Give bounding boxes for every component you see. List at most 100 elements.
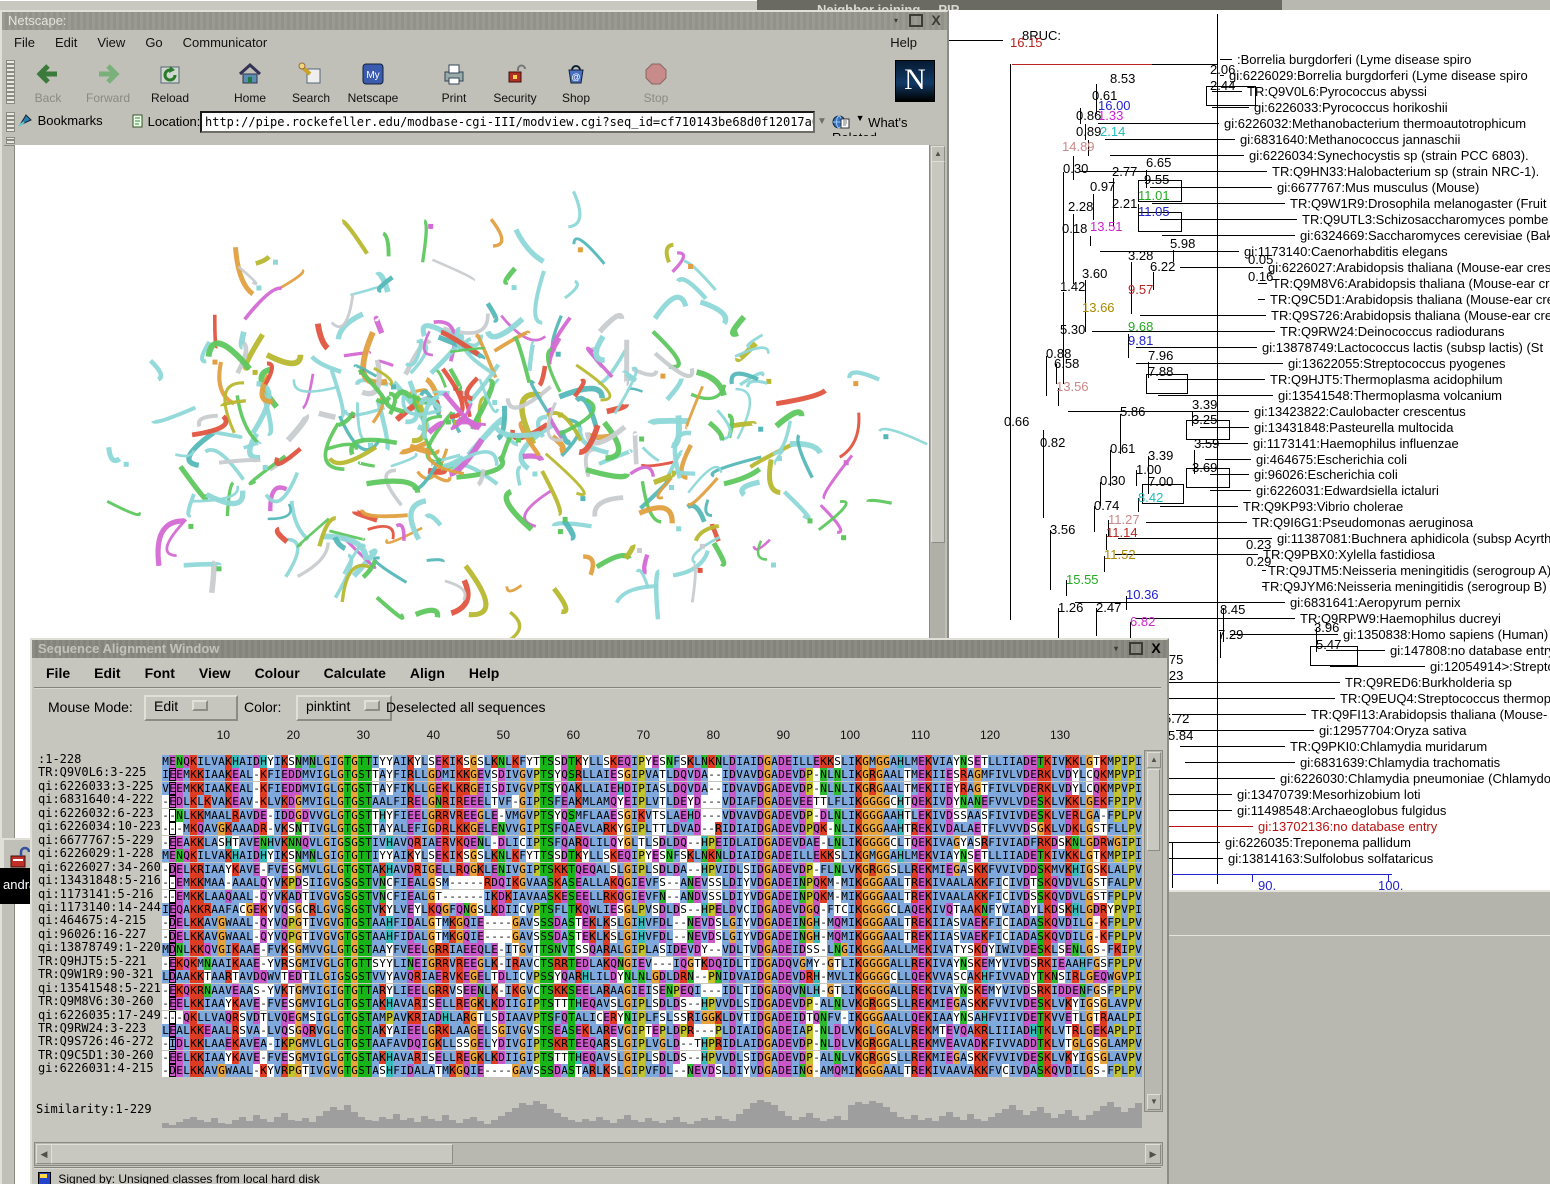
tree-leaf-label[interactable]: gi:12054914>:Streptococc — [1430, 659, 1550, 674]
alignment-minimize-icon[interactable] — [1109, 642, 1123, 655]
sequence-row[interactable]: -DELKKAVGWAAL-KYVRPGTIVGVGTGSTASHFIDALAT… — [162, 1061, 1142, 1079]
stop-button[interactable]: Stop — [628, 59, 684, 105]
sequence-name[interactable]: TR:Q9V0L6:3-225 — [38, 765, 146, 779]
tree-leaf-label[interactable]: gi:11387081:Buchnera aphidicola (subsp A… — [1277, 531, 1550, 546]
netscape-logo[interactable]: N — [895, 60, 935, 102]
tree-leaf-label[interactable]: TR:Q9V0L6:Pyrococcus abyssi — [1247, 84, 1427, 99]
sequence-name[interactable]: qi:6226029:1-228 — [38, 846, 154, 860]
tree-leaf-label[interactable]: gi:6677767:Mus musculus (Mouse) — [1277, 180, 1479, 195]
scroll-left-icon[interactable]: ◀ — [36, 1144, 52, 1164]
tree-leaf-label[interactable]: gi:6226034:Synechocystis sp (strain PCC … — [1249, 148, 1529, 163]
tree-leaf-label[interactable]: gi:6226027:Arabidopsis thaliana (Mouse-e… — [1268, 260, 1550, 275]
tree-leaf-label[interactable]: gi:464675:Escherichia coli — [1256, 452, 1407, 467]
tree-leaf-label[interactable]: TR:Q9JYM6:Neisseria meningitidis (serogr… — [1262, 579, 1547, 594]
sequence-name[interactable]: qi:464675:4-215 — [38, 913, 146, 927]
alignment-menu-view[interactable]: View — [199, 659, 231, 687]
tree-leaf-label[interactable]: gi:1350838:Homo sapiens (Human) — [1343, 627, 1548, 642]
url-input[interactable]: http://pipe.rockefeller.edu/modbase-cgi-… — [200, 111, 815, 133]
mouse-mode-dropdown[interactable]: Edit — [144, 695, 238, 721]
menu-view[interactable]: View — [97, 30, 125, 56]
tree-leaf-label[interactable]: TR:Q9KP93:Vibrio cholerae — [1243, 499, 1403, 514]
tree-leaf-label[interactable]: gi:96026:Escherichia coli — [1254, 467, 1398, 482]
alignment-vertical-scrollbar[interactable]: ▲ ▼ — [1144, 750, 1163, 1112]
sequence-name[interactable]: qi:13541548:5-221 — [38, 981, 161, 995]
scroll-right-icon[interactable]: ▶ — [1145, 1144, 1161, 1164]
shop-button[interactable]: @Shop — [548, 59, 604, 105]
alignment-menu-edit[interactable]: Edit — [94, 659, 120, 687]
scroll-up-icon[interactable]: ▲ — [931, 146, 945, 162]
minimize-icon[interactable] — [889, 14, 903, 27]
tree-leaf-label[interactable]: :Borrelia burgdorferi (Lyme disease spir… — [1237, 52, 1471, 67]
tree-leaf-label[interactable]: TR:Q9HJT5:Thermoplasma acidophilum — [1270, 372, 1503, 387]
tree-leaf-label[interactable]: gi:6226030:Chlamydia pneumoniae (Chlamyd… — [1280, 771, 1550, 786]
sequence-name[interactable]: qi:13878749:1-220 — [38, 940, 161, 954]
netscape-titlebar[interactable]: Netscape: X — [2, 12, 947, 30]
alignment-horizontal-scrollbar[interactable]: ◀ ▶ — [34, 1142, 1163, 1166]
tree-leaf-label[interactable]: gi:6831641:Aeropyrum pernix — [1290, 595, 1461, 610]
tree-leaf-label[interactable]: TR:Q9RW24:Deinococcus radiodurans — [1280, 324, 1504, 339]
menu-go[interactable]: Go — [145, 30, 162, 56]
tree-leaf-label[interactable]: gi:6226033:Pyrococcus horikoshii — [1254, 100, 1448, 115]
forward-button[interactable]: Forward — [80, 59, 136, 105]
tree-leaf-label[interactable]: gi:6831639:Chlamydia trachomatis — [1300, 755, 1500, 770]
tree-leaf-label[interactable]: TR:Q9C5D1:Arabidopsis thaliana (Mouse-ea… — [1270, 292, 1550, 307]
bookmarks-button[interactable]: Bookmarks — [18, 113, 103, 128]
sequence-name[interactable]: qi:1173140:14-244 — [38, 900, 161, 914]
menu-communicator[interactable]: Communicator — [183, 30, 268, 56]
sequence-name[interactable]: TR:Q9W1R9:90-321 — [38, 967, 154, 981]
alignment-menu-align[interactable]: Align — [410, 659, 445, 687]
sequence-name[interactable]: qi:6226027:34-260 — [38, 860, 161, 874]
locationbar-grip[interactable] — [6, 112, 15, 132]
tree-leaf-label[interactable]: gi:13470739:Mesorhizobium loti — [1237, 787, 1421, 802]
color-dropdown[interactable]: pinktint — [296, 695, 392, 721]
tree-leaf-label[interactable]: gi:6226029:Borrelia burgdorferi (Lyme di… — [1229, 68, 1528, 83]
netscape-button[interactable]: MyNetscape — [345, 59, 401, 105]
tree-leaf-label[interactable]: TR:Q9W1R9:Drosophila melanogaster (Fruit… — [1290, 196, 1550, 211]
tree-leaf-label[interactable]: gi:13622055:Streptococcus pyogenes — [1288, 356, 1506, 371]
sequence-name[interactable]: qi:96026:16-227 — [38, 927, 146, 941]
sequence-name[interactable]: TR:Q9S726:46-272 — [38, 1034, 154, 1048]
sequence-name[interactable]: qi:6226033:3-225 — [38, 779, 154, 793]
tree-leaf-label[interactable]: TR:Q9JTM5:Neisseria meningitidis (serogr… — [1268, 563, 1550, 578]
alignment-menu-help[interactable]: Help — [469, 659, 499, 687]
close-icon[interactable]: X — [929, 14, 943, 27]
tree-leaf-label[interactable]: gi:13431848:Pasteurella multocida — [1254, 420, 1453, 435]
menu-help[interactable]: Help — [890, 30, 917, 56]
sequence-name[interactable]: qi:6226032:6-223 — [38, 806, 154, 820]
menu-file[interactable]: File — [14, 30, 35, 56]
alignment-menu-calculate[interactable]: Calculate — [324, 659, 386, 687]
tree-leaf-label[interactable]: TR:Q9RED6:Burkholderia sp — [1345, 675, 1512, 690]
home-button[interactable]: Home — [222, 59, 278, 105]
tree-leaf-label[interactable]: gi:147808:no database entry — [1390, 643, 1550, 658]
security-button[interactable]: Security — [487, 59, 543, 105]
tree-leaf-label[interactable]: gi:12957704:Oryza sativa — [1319, 723, 1466, 738]
sequence-name[interactable]: TR:Q9RW24:3-223 — [38, 1021, 146, 1035]
sequence-name[interactable]: TR:Q9M8V6:30-260 — [38, 994, 154, 1008]
tree-leaf-label[interactable]: gi:6324669:Saccharomyces cerevisiae (Bak… — [1300, 228, 1550, 243]
tree-leaf-label[interactable]: gi:1173141:Haemophilus influenzae — [1253, 436, 1459, 451]
tree-leaf-label[interactable]: gi:13541548:Thermoplasma volcanium — [1278, 388, 1502, 403]
search-button[interactable]: Search — [283, 59, 339, 105]
alignment-menu-file[interactable]: File — [46, 659, 70, 687]
maximize-icon[interactable] — [909, 14, 923, 27]
sequence-name[interactable]: :1-228 — [38, 752, 81, 766]
tree-leaf-label[interactable]: gi:13814163:Sulfolobus solfataricus — [1228, 851, 1433, 866]
alignment-maximize-icon[interactable] — [1129, 642, 1143, 655]
tree-leaf-label[interactable]: gi:13423822:Caulobacter crescentus — [1254, 404, 1466, 419]
toolbar-grip[interactable] — [6, 60, 15, 104]
tree-leaf-label[interactable]: gi:6831640:Methanococcus jannaschii — [1240, 132, 1460, 147]
sequence-name[interactable]: qi:6677767:5-229 — [38, 833, 154, 847]
sequence-name[interactable]: TR:Q9HJT5:5-221 — [38, 954, 146, 968]
print-button[interactable]: Print — [426, 59, 482, 105]
tree-leaf-label[interactable]: gi:6226032:Methanobacterium thermoautotr… — [1224, 116, 1526, 131]
alignment-titlebar[interactable]: Sequence Alignment Window X — [32, 640, 1167, 658]
sequence-name[interactable]: qi:1173141:5-216 — [38, 887, 154, 901]
scroll-down-icon[interactable]: ▼ — [1147, 1094, 1161, 1110]
tree-leaf-label[interactable]: TR:Q9M8V6:Arabidopsis thaliana (Mouse-ea… — [1272, 276, 1550, 291]
sequence-name[interactable]: qi:13431848:5-216 — [38, 873, 161, 887]
scroll-up-icon[interactable]: ▲ — [1147, 752, 1161, 768]
tree-leaf-label[interactable]: TR:Q9EUQ4:Streptococcus thermoph — [1340, 691, 1550, 706]
sequence-name[interactable]: qi:6226035:17-249 — [38, 1008, 161, 1022]
tree-leaf-label[interactable]: gi:11498548:Archaeoglobus fulgidus — [1237, 803, 1446, 818]
url-dropdown-icon[interactable]: ▼ — [815, 113, 829, 131]
